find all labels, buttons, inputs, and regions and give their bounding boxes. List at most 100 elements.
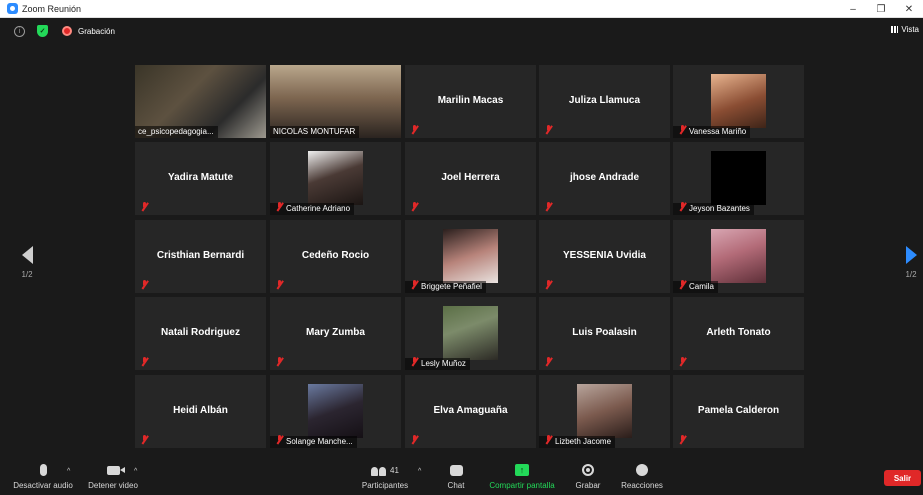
page-indicator-right: 1/2 xyxy=(905,270,917,279)
chat-icon xyxy=(449,464,463,476)
participant-name: Luis Poalasin xyxy=(572,327,637,338)
participant-tile[interactable]: jhose Andrade xyxy=(539,142,670,215)
participants-count: 41 xyxy=(390,465,399,475)
chat-label: Chat xyxy=(447,481,465,490)
participants-label: Participantes xyxy=(361,481,409,490)
close-button[interactable]: ✕ xyxy=(895,0,923,18)
info-icon[interactable]: i xyxy=(14,25,25,37)
participant-name: Yadira Matute xyxy=(167,172,234,183)
mic-muted-icon xyxy=(544,357,553,367)
video-label: Detener video xyxy=(88,481,138,490)
reactions-label: Reacciones xyxy=(621,481,663,490)
leave-button[interactable]: Salir xyxy=(884,470,921,486)
view-label: Vista xyxy=(901,25,919,34)
participant-tile[interactable]: Cristhian Bernardi xyxy=(135,220,266,293)
meeting-toolbar: Desactivar audio ^ Detener video ^ 41 Pa… xyxy=(0,458,923,495)
participant-tile[interactable]: Elva Amaguaña xyxy=(405,375,536,448)
participant-tile[interactable]: Camila xyxy=(673,220,804,293)
participant-name: jhose Andrade xyxy=(569,172,640,183)
participant-name: Natali Rodriguez xyxy=(161,327,240,338)
mute-button[interactable]: Desactivar audio xyxy=(13,462,73,490)
participant-video xyxy=(443,229,498,283)
participant-tile[interactable]: Joel Herrera xyxy=(405,142,536,215)
window-controls: – ❐ ✕ xyxy=(839,0,923,18)
camera-icon xyxy=(106,465,125,475)
mic-muted-icon xyxy=(544,435,553,445)
mic-muted-icon xyxy=(275,357,284,367)
participant-tile[interactable]: Cedeño Rocio xyxy=(270,220,401,293)
participant-name: Cedeño Rocio xyxy=(301,250,370,261)
mic-muted-icon xyxy=(410,435,419,445)
gallery-view-icon xyxy=(891,26,899,33)
participant-name: Cristhian Bernardi xyxy=(156,250,245,261)
participant-tile[interactable]: Catherine Adriano xyxy=(270,142,401,215)
mic-muted-icon xyxy=(140,280,149,290)
mic-muted-icon xyxy=(678,202,687,212)
participant-tile[interactable]: ce_psicopedagogia... xyxy=(135,65,266,138)
participant-tile[interactable]: Solange Manche... xyxy=(270,375,401,448)
participants-button[interactable]: 41 Participantes xyxy=(361,462,409,491)
next-page-button[interactable]: 1/2 xyxy=(901,246,921,279)
participant-tile[interactable]: Lesly Muñoz xyxy=(405,297,536,370)
previous-page-button[interactable]: 1/2 xyxy=(17,246,37,279)
participant-video xyxy=(577,384,632,438)
participant-name: Arleth Tonato xyxy=(706,327,771,338)
participant-tile[interactable]: Jeyson Bazantes xyxy=(673,142,804,215)
mute-label: Desactivar audio xyxy=(13,481,73,490)
participant-name: Mary Zumba xyxy=(306,327,365,338)
mic-muted-icon xyxy=(678,125,687,135)
minimize-button[interactable]: – xyxy=(839,0,867,18)
restore-button[interactable]: ❐ xyxy=(867,0,895,18)
mic-muted-icon xyxy=(678,435,687,445)
mic-muted-icon xyxy=(275,280,284,290)
participant-name-tag: ce_psicopedagogia... xyxy=(135,126,218,138)
microphone-icon xyxy=(39,464,47,476)
participant-tile[interactable]: Luis Poalasin xyxy=(539,297,670,370)
mic-muted-icon xyxy=(410,357,419,367)
participant-tile[interactable]: Arleth Tonato xyxy=(673,297,804,370)
participant-video xyxy=(443,306,498,360)
participant-name: Heidi Albán xyxy=(173,405,228,416)
participant-tile[interactable]: Briggete Peñafiel xyxy=(405,220,536,293)
view-button[interactable]: Vista xyxy=(891,25,919,34)
recording-label[interactable]: Grabación xyxy=(78,27,115,36)
participant-name: Pamela Calderon xyxy=(697,405,780,416)
participant-tile[interactable]: Marilin Macas xyxy=(405,65,536,138)
shield-icon[interactable]: ✓ xyxy=(37,25,48,37)
participant-video xyxy=(711,74,766,128)
participants-icon xyxy=(371,465,387,476)
mic-muted-icon xyxy=(678,280,687,290)
reactions-button[interactable]: Reacciones xyxy=(619,462,665,490)
recording-icon xyxy=(62,26,72,36)
participant-video xyxy=(711,151,766,205)
participant-tile[interactable]: NICOLAS MONTUFAR xyxy=(270,65,401,138)
participant-tile[interactable]: Pamela Calderon xyxy=(673,375,804,448)
participant-video xyxy=(711,229,766,283)
audio-options-caret[interactable]: ^ xyxy=(67,468,70,475)
record-label: Grabar xyxy=(575,481,601,490)
chevron-left-icon xyxy=(21,246,33,264)
gallery-grid: ce_psicopedagogia... NICOLAS MONTUFAR Mari… xyxy=(135,65,804,448)
record-button[interactable]: Grabar xyxy=(572,462,604,490)
participant-tile[interactable]: Lizbeth Jacome xyxy=(539,375,670,448)
participant-tile[interactable]: YESSENIA Uvidia xyxy=(539,220,670,293)
video-options-caret[interactable]: ^ xyxy=(134,468,137,475)
participant-video xyxy=(308,384,363,438)
participants-options-caret[interactable]: ^ xyxy=(418,468,421,475)
participant-tile[interactable]: Natali Rodriguez xyxy=(135,297,266,370)
chat-button[interactable]: Chat xyxy=(444,462,468,490)
participant-name-tag: NICOLAS MONTUFAR xyxy=(270,126,360,138)
mic-muted-icon xyxy=(678,357,687,367)
participant-tile[interactable]: Juliza Llamuca xyxy=(539,65,670,138)
record-icon xyxy=(582,464,594,476)
participant-tile[interactable]: Heidi Albán xyxy=(135,375,266,448)
participant-tile[interactable]: Mary Zumba xyxy=(270,297,401,370)
mic-muted-icon xyxy=(275,202,284,212)
share-label: Compartir pantalla xyxy=(489,481,555,490)
participant-name: Elva Amaguaña xyxy=(433,405,508,416)
participant-tile[interactable]: Vanessa Mariño xyxy=(673,65,804,138)
participant-name: Marilin Macas xyxy=(437,95,504,106)
stop-video-button[interactable]: Detener video xyxy=(86,462,140,490)
participant-tile[interactable]: Yadira Matute xyxy=(135,142,266,215)
share-screen-button[interactable]: ↑ Compartir pantalla xyxy=(486,462,558,490)
